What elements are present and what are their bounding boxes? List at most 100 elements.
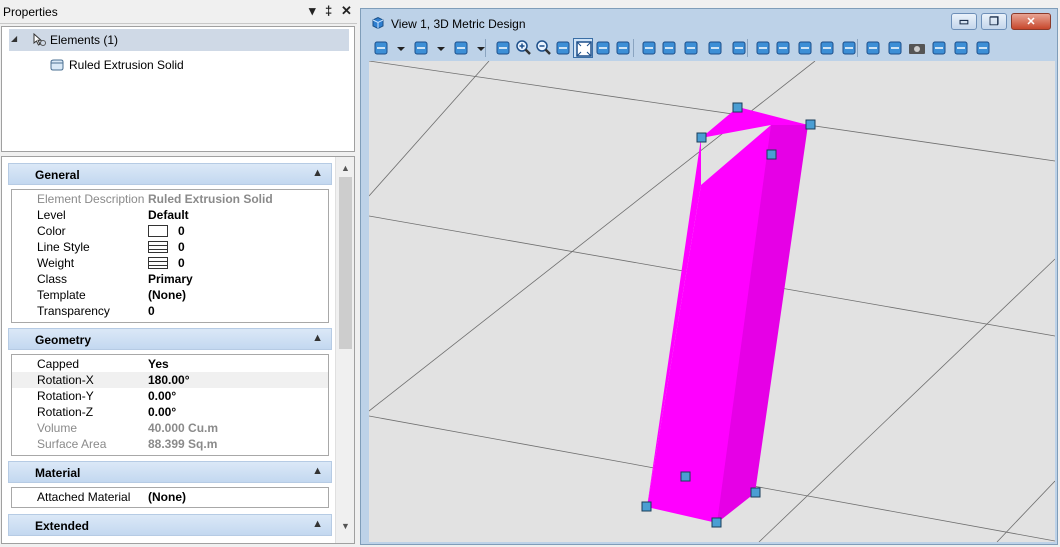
rotate-view-icon[interactable] bbox=[593, 38, 613, 58]
handle-square[interactable] bbox=[711, 517, 722, 528]
property-row[interactable]: Rotation-X 180.00° bbox=[12, 372, 328, 388]
zoom-out-icon[interactable] bbox=[533, 38, 553, 58]
property-value[interactable]: Yes bbox=[148, 357, 169, 371]
property-row[interactable]: Template (None) bbox=[12, 287, 328, 303]
scroll-up-icon[interactable]: ▲ bbox=[341, 163, 350, 173]
update-view-icon[interactable] bbox=[493, 38, 513, 58]
color-swatch-icon bbox=[148, 225, 168, 237]
tree-collapse-icon[interactable]: ◢ bbox=[11, 34, 17, 43]
property-key: Class bbox=[37, 272, 68, 286]
set-display-depth-icon[interactable] bbox=[817, 38, 837, 58]
handle-square[interactable] bbox=[732, 102, 743, 113]
scroll-down-icon[interactable]: ▼ bbox=[341, 521, 350, 531]
standard-views-icon[interactable] bbox=[839, 38, 859, 58]
property-value[interactable]: (None) bbox=[148, 288, 186, 302]
view-attributes-icon[interactable] bbox=[371, 38, 391, 58]
minimize-button[interactable]: ▭ bbox=[951, 13, 977, 30]
lighting-icon[interactable] bbox=[451, 38, 471, 58]
property-row[interactable]: Weight 0 bbox=[12, 255, 328, 271]
handle-square[interactable] bbox=[805, 119, 816, 130]
property-value-text: (None) bbox=[148, 288, 186, 302]
panel-pin-icon[interactable]: ‡ bbox=[325, 3, 332, 18]
property-value[interactable]: 0 bbox=[148, 240, 185, 254]
design-scene[interactable] bbox=[369, 61, 1055, 542]
clip-mask-icon[interactable] bbox=[795, 38, 815, 58]
handle-square[interactable] bbox=[641, 501, 652, 512]
view-previous-hand-icon[interactable] bbox=[659, 38, 679, 58]
property-row[interactable]: Line Style 0 bbox=[12, 239, 328, 255]
display-style-icon[interactable] bbox=[411, 38, 431, 58]
category-general-header[interactable]: General ▲ bbox=[8, 163, 332, 185]
tree-item-elements[interactable]: ◢ Elements (1) bbox=[9, 29, 349, 51]
camera-icon[interactable] bbox=[907, 38, 927, 58]
view-title: View 1, 3D Metric Design bbox=[391, 17, 526, 31]
panel-menu-dropdown-icon[interactable]: ▾ bbox=[309, 3, 316, 19]
property-row[interactable]: Surface Area 88.399 Sq.m bbox=[12, 436, 328, 452]
next-view-icon[interactable] bbox=[729, 38, 749, 58]
property-row[interactable]: Level Default bbox=[12, 207, 328, 223]
chevron-up-icon[interactable]: ▲ bbox=[312, 465, 323, 477]
handle-square[interactable] bbox=[766, 149, 777, 160]
clear-clipping-icon[interactable] bbox=[951, 38, 971, 58]
handle-square[interactable] bbox=[696, 132, 707, 143]
handle-square[interactable] bbox=[750, 487, 761, 498]
dropdown-arrow-icon[interactable] bbox=[431, 38, 445, 58]
category-extended-header[interactable]: Extended ▲ bbox=[8, 514, 332, 536]
property-key: Surface Area bbox=[37, 437, 107, 451]
elements-selection-icon bbox=[31, 32, 47, 51]
zoom-in-icon[interactable] bbox=[513, 38, 533, 58]
property-row[interactable]: Volume 40.000 Cu.m bbox=[12, 420, 328, 436]
line-style-icon bbox=[148, 241, 168, 253]
chevron-up-icon[interactable]: ▲ bbox=[312, 518, 323, 530]
view-area-icon[interactable] bbox=[681, 38, 701, 58]
property-value-text: 0 bbox=[178, 224, 185, 238]
chevron-up-icon[interactable]: ▲ bbox=[312, 167, 323, 179]
chevron-up-icon[interactable]: ▲ bbox=[312, 332, 323, 344]
window-area-icon[interactable] bbox=[553, 38, 573, 58]
property-value[interactable]: (None) bbox=[148, 490, 186, 504]
property-value[interactable]: 0 bbox=[148, 224, 185, 238]
set-active-depth-icon[interactable] bbox=[863, 38, 883, 58]
previous-view-icon[interactable] bbox=[705, 38, 725, 58]
category-geometry-header[interactable]: Geometry ▲ bbox=[8, 328, 332, 350]
view-3d-box-icon[interactable] bbox=[929, 38, 949, 58]
property-row[interactable]: Transparency 0 bbox=[12, 303, 328, 319]
clip-volume-icon[interactable] bbox=[773, 38, 793, 58]
show-depth-icon[interactable] bbox=[885, 38, 905, 58]
property-row[interactable]: Color 0 bbox=[12, 223, 328, 239]
view-toggle-icon[interactable] bbox=[753, 38, 773, 58]
view-settings-icon[interactable] bbox=[973, 38, 993, 58]
walk-icon[interactable] bbox=[639, 38, 659, 58]
property-value[interactable]: 0.00° bbox=[148, 405, 176, 419]
property-value-text: 180.00° bbox=[148, 373, 190, 387]
dropdown-arrow-icon[interactable] bbox=[391, 38, 405, 58]
property-value[interactable]: 0.00° bbox=[148, 389, 176, 403]
property-row[interactable]: Rotation-Z 0.00° bbox=[12, 404, 328, 420]
pan-view-icon[interactable] bbox=[613, 38, 633, 58]
property-row[interactable]: Capped Yes bbox=[12, 356, 328, 372]
scrollbar-thumb[interactable] bbox=[339, 177, 352, 349]
property-row[interactable]: Class Primary bbox=[12, 271, 328, 287]
property-row[interactable]: Element Description Ruled Extrusion Solid bbox=[12, 191, 328, 207]
property-value[interactable]: 180.00° bbox=[148, 373, 190, 387]
solid-element-icon bbox=[49, 58, 65, 75]
property-value: 88.399 Sq.m bbox=[148, 437, 217, 451]
close-button[interactable]: ✕ bbox=[1011, 13, 1051, 30]
view-title-bar[interactable]: View 1, 3D Metric Design ▭ ❐ ✕ bbox=[361, 9, 1057, 36]
handle-square[interactable] bbox=[680, 471, 691, 482]
restore-button[interactable]: ❐ bbox=[981, 13, 1007, 30]
property-value[interactable]: Primary bbox=[148, 272, 193, 286]
property-row[interactable]: Rotation-Y 0.00° bbox=[12, 388, 328, 404]
property-sheet-scrollbar[interactable]: ▲ ▼ bbox=[335, 157, 354, 543]
property-row[interactable]: Attached Material (None) bbox=[12, 489, 328, 505]
ruled-extrusion-solid[interactable] bbox=[647, 107, 808, 523]
property-value[interactable]: 0 bbox=[148, 256, 185, 270]
panel-close-icon[interactable]: ✕ bbox=[341, 3, 352, 19]
property-value[interactable]: Default bbox=[148, 208, 189, 222]
fit-view-icon[interactable] bbox=[573, 38, 593, 58]
category-material-header[interactable]: Material ▲ bbox=[8, 461, 332, 483]
view-canvas[interactable] bbox=[369, 61, 1055, 542]
property-key: Color bbox=[37, 224, 66, 238]
dropdown-arrow-icon[interactable] bbox=[471, 38, 485, 58]
property-value[interactable]: 0 bbox=[148, 304, 155, 318]
